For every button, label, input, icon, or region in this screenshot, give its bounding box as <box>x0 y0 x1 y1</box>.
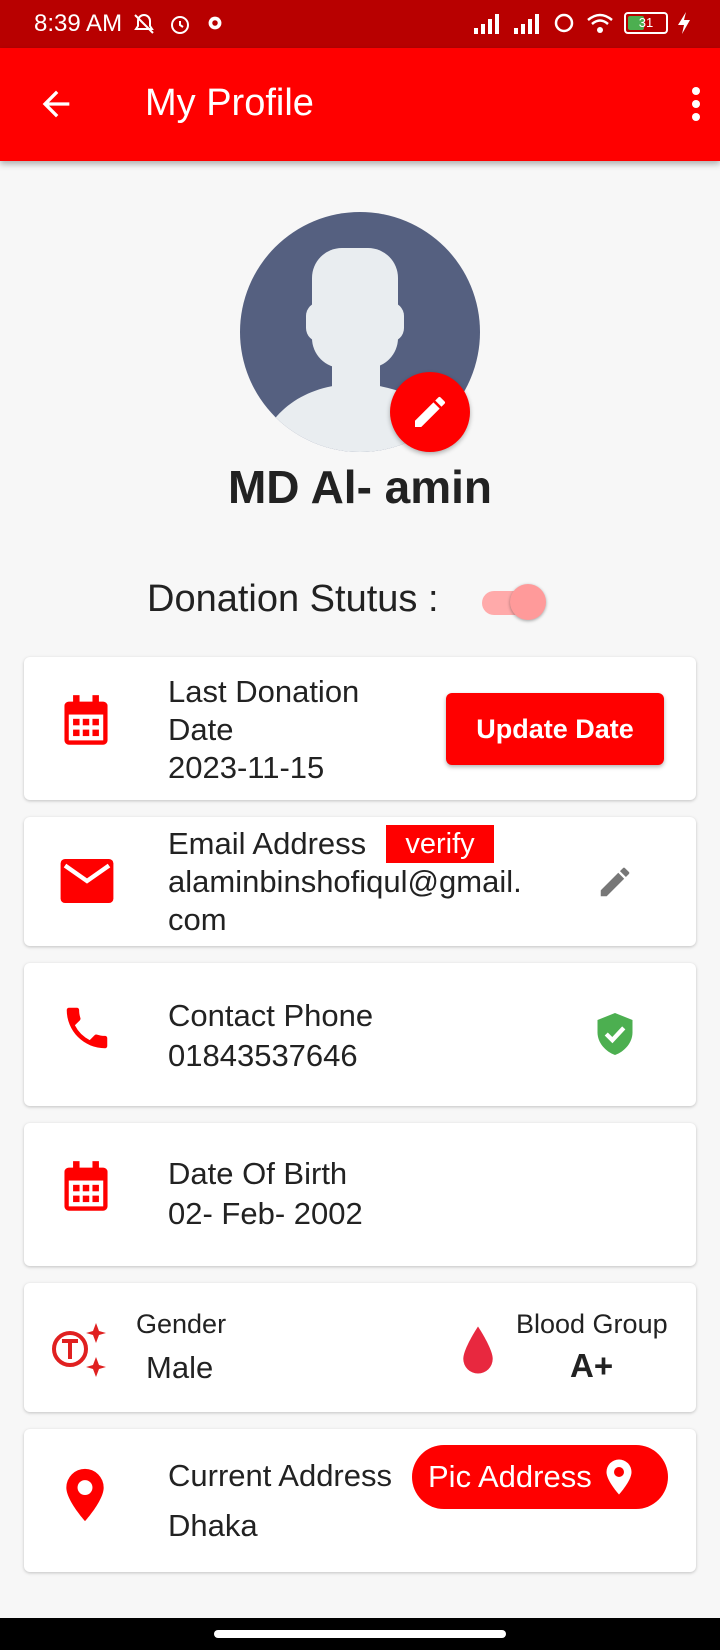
donation-status-label: Donation Stutus : <box>147 578 439 620</box>
email-value: alaminbinshofiqul@gmail.com <box>168 864 522 937</box>
update-date-button[interactable]: Update Date <box>446 693 664 765</box>
hotspot-icon <box>554 13 574 33</box>
calendar-icon <box>64 1161 108 1211</box>
gender-icon <box>52 1323 106 1377</box>
phone-card: Contact Phone 01843537646 <box>24 963 696 1106</box>
address-value: Dhaka <box>168 1508 258 1543</box>
email-card: Email Address verify alaminbinshofiqul@g… <box>24 817 696 946</box>
email-icon <box>60 859 114 903</box>
mute-icon <box>134 13 154 34</box>
location-pin-icon <box>66 1468 104 1522</box>
home-gesture-pill[interactable] <box>214 1630 506 1638</box>
battery-level: 31 <box>638 15 654 30</box>
blood-group-label: Blood Group <box>516 1309 668 1339</box>
location-pin-icon <box>606 1459 632 1495</box>
edit-photo-button[interactable] <box>390 372 470 452</box>
last-donation-date: 2023-11-15 <box>168 750 325 785</box>
address-label: Current Address <box>168 1458 392 1493</box>
dob-label: Date Of Birth <box>168 1156 348 1191</box>
blood-drop-icon <box>463 1326 493 1374</box>
app-bar: My Profile <box>0 48 720 161</box>
verify-email-button[interactable]: verify <box>386 825 494 863</box>
toggle-thumb <box>510 584 546 620</box>
gender-label: Gender <box>136 1309 227 1339</box>
gender-blood-card: Gender Male Blood Group A+ <box>24 1283 696 1412</box>
dob-value: 02- Feb- 2002 <box>168 1196 363 1231</box>
more-vert-icon[interactable] <box>686 86 706 122</box>
email-label: Email Address <box>168 826 367 861</box>
status-right-icons: 31 <box>472 12 690 34</box>
signal-icon-2 <box>514 14 539 34</box>
back-arrow-icon[interactable] <box>36 84 76 124</box>
dob-card: Date Of Birth 02- Feb- 2002 <box>24 1123 696 1266</box>
last-donation-card: Last Donation Date 2023-11-15 Update Dat… <box>24 657 696 800</box>
wifi-icon <box>587 13 613 33</box>
status-bar: 8:39 AM 31 <box>0 0 720 48</box>
donation-status-toggle[interactable] <box>480 584 552 620</box>
edit-email-icon[interactable] <box>596 863 634 901</box>
phone-label: Contact Phone <box>168 998 374 1033</box>
pick-address-label: Pic Address <box>428 1459 592 1494</box>
phone-value: 01843537646 <box>168 1038 358 1073</box>
alarm-icon <box>171 16 189 34</box>
page-title: My Profile <box>145 82 314 124</box>
profile-name: MD Al- amin <box>227 461 493 513</box>
address-card: Current Address Dhaka Pic Address <box>24 1429 696 1572</box>
phone-icon <box>66 1007 108 1049</box>
charging-icon <box>678 12 690 34</box>
last-donation-label: Last Donation Date <box>168 674 360 747</box>
pick-address-button[interactable]: Pic Address <box>412 1445 668 1509</box>
blood-group-value: A+ <box>570 1347 614 1384</box>
gender-value: Male <box>146 1350 214 1385</box>
status-time: 8:39 AM <box>34 10 123 37</box>
battery-icon: 31 <box>624 12 668 34</box>
pencil-icon <box>415 396 446 427</box>
status-left-icons <box>132 12 226 36</box>
signal-icon <box>474 14 499 34</box>
calendar-icon <box>64 695 108 745</box>
settings-gear-icon <box>208 16 222 30</box>
verified-shield-icon <box>597 1013 633 1055</box>
